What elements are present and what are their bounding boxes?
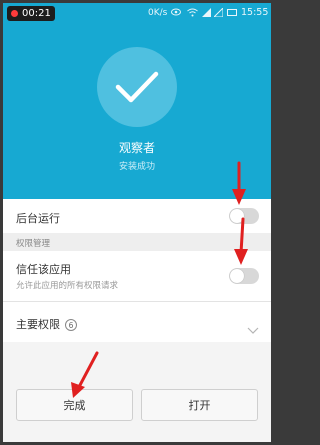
trust-app-toggle[interactable] (229, 268, 259, 284)
signal-icon (202, 8, 211, 20)
screen-record-indicator: 00:21 (7, 6, 55, 21)
success-badge (97, 47, 177, 127)
main-permissions-title: 主要权限 6 (16, 316, 77, 332)
phone-screen: 00:21 0K/s 15:55 观察者 安装成功 后台运行 权限管理 信任该应… (3, 3, 271, 442)
status-clock: 15:55 (241, 7, 269, 18)
app-name: 观察者 (118, 141, 155, 155)
signal-2-icon (212, 6, 224, 20)
battery-icon (227, 9, 237, 16)
permission-section-title: 权限管理 (16, 239, 51, 249)
trust-app-description: 允许此应用的所有权限请求 (16, 281, 119, 291)
open-button[interactable]: 打开 (141, 389, 258, 421)
permission-section-header: 权限管理 (3, 233, 271, 251)
wifi-icon (187, 8, 198, 20)
install-status: 安装成功 (118, 162, 155, 172)
background-run-toggle[interactable] (229, 208, 259, 224)
main-permissions-label: 主要权限 (16, 318, 60, 331)
trust-app-row[interactable]: 信任该应用 允许此应用的所有权限请求 (3, 251, 271, 301)
status-bar: 00:21 0K/s 15:55 (3, 3, 271, 23)
permission-count-badge: 6 (65, 319, 77, 331)
main-permissions-row[interactable]: 主要权限 6 (3, 302, 271, 342)
record-dot-icon (11, 10, 18, 17)
trust-app-label: 信任该应用 (16, 263, 71, 276)
done-button[interactable]: 完成 (16, 389, 133, 421)
eye-icon (171, 8, 181, 19)
checkmark-icon (115, 71, 159, 103)
install-result-header: 00:21 0K/s 15:55 观察者 安装成功 (3, 3, 271, 199)
background-run-label: 后台运行 (16, 212, 60, 225)
toggle-knob (230, 209, 244, 223)
toggle-knob (230, 269, 244, 283)
chevron-down-icon[interactable] (247, 319, 259, 338)
network-speed: 0K/s (148, 8, 168, 18)
background-run-row[interactable]: 后台运行 (3, 199, 271, 233)
record-time: 00:21 (22, 7, 51, 19)
